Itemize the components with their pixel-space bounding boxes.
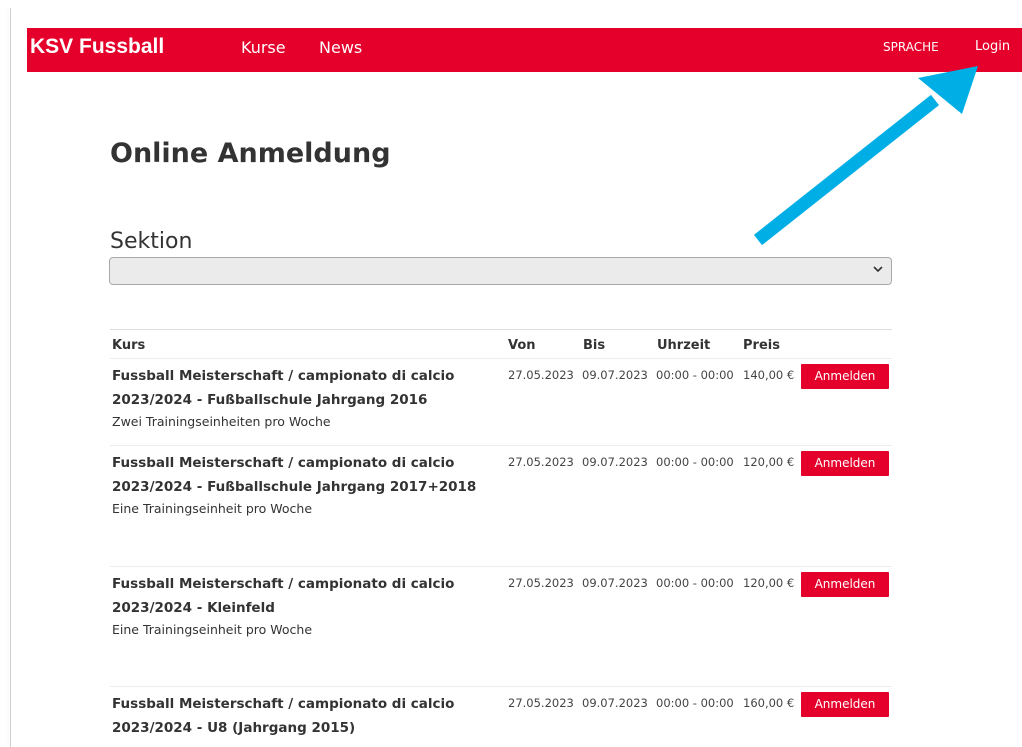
course-title: Fussball Meisterschaft / campionato di c…: [112, 368, 455, 408]
nav-link-kurse[interactable]: Kurse: [241, 38, 286, 57]
row-separator: [110, 686, 892, 687]
course-price: 120,00 €: [743, 455, 795, 469]
section-label: Sektion: [110, 229, 193, 254]
row-separator: [110, 358, 892, 359]
course-start-date: 27.05.2023: [508, 696, 574, 710]
course-end-date: 09.07.2023: [582, 696, 648, 710]
course-end-date: 09.07.2023: [582, 368, 648, 382]
course-time: 00:00 - 00:00: [656, 455, 734, 469]
column-header-bis: Bis: [583, 338, 606, 353]
top-navbar: KSV Fussball Kurse News SPRACHE Login: [27, 28, 1022, 72]
course-start-date: 27.05.2023: [508, 368, 574, 382]
column-header-uhrzeit: Uhrzeit: [657, 338, 711, 353]
course-title: Fussball Meisterschaft / campionato di c…: [112, 576, 455, 616]
course-start-date: 27.05.2023: [508, 455, 574, 469]
arrow-head: [918, 66, 978, 114]
table-row: Fussball Meisterschaft / campionato di c…: [110, 566, 892, 686]
course-time: 00:00 - 00:00: [656, 368, 734, 382]
brand-logo[interactable]: KSV Fussball: [30, 35, 164, 59]
course-price: 120,00 €: [743, 576, 795, 590]
arrow-shaft: [753, 94, 940, 246]
course-price: 140,00 €: [743, 368, 795, 382]
column-header-von: Von: [508, 338, 536, 353]
course-time: 00:00 - 00:00: [656, 576, 734, 590]
course-description: Eine Trainingseinheit pro Woche: [112, 501, 313, 516]
login-link[interactable]: Login: [975, 39, 1010, 54]
table-row: Fussball Meisterschaft / campionato di c…: [110, 445, 892, 566]
table-row: Fussball Meisterschaft / campionato di c…: [110, 686, 892, 747]
register-button[interactable]: Anmelden: [801, 692, 889, 717]
course-title: Fussball Meisterschaft / campionato di c…: [112, 696, 455, 736]
screenshot-frame: KSV Fussball Kurse News SPRACHE Login On…: [0, 0, 1022, 747]
section-select[interactable]: [109, 257, 892, 285]
course-start-date: 27.05.2023: [508, 576, 574, 590]
course-end-date: 09.07.2023: [582, 576, 648, 590]
nav-link-news[interactable]: News: [319, 38, 362, 57]
page-title: Online Anmeldung: [110, 138, 391, 169]
course-end-date: 09.07.2023: [582, 455, 648, 469]
course-price: 160,00 €: [743, 696, 795, 710]
chevron-down-icon: [873, 266, 883, 273]
language-menu[interactable]: SPRACHE: [883, 40, 939, 54]
row-separator: [110, 445, 892, 446]
column-header-preis: Preis: [743, 338, 780, 353]
course-description: Eine Trainingseinheit pro Woche: [112, 622, 313, 637]
table-top-border: [110, 329, 892, 330]
register-button[interactable]: Anmelden: [801, 451, 889, 476]
course-title: Fussball Meisterschaft / campionato di c…: [112, 455, 477, 495]
register-button[interactable]: Anmelden: [801, 364, 889, 389]
register-button[interactable]: Anmelden: [801, 572, 889, 597]
table-row: Fussball Meisterschaft / campionato di c…: [110, 358, 892, 444]
course-description: Zwei Trainingseinheiten pro Woche: [112, 414, 331, 429]
course-time: 00:00 - 00:00: [656, 696, 734, 710]
row-separator: [110, 566, 892, 567]
column-header-kurs: Kurs: [112, 338, 146, 353]
